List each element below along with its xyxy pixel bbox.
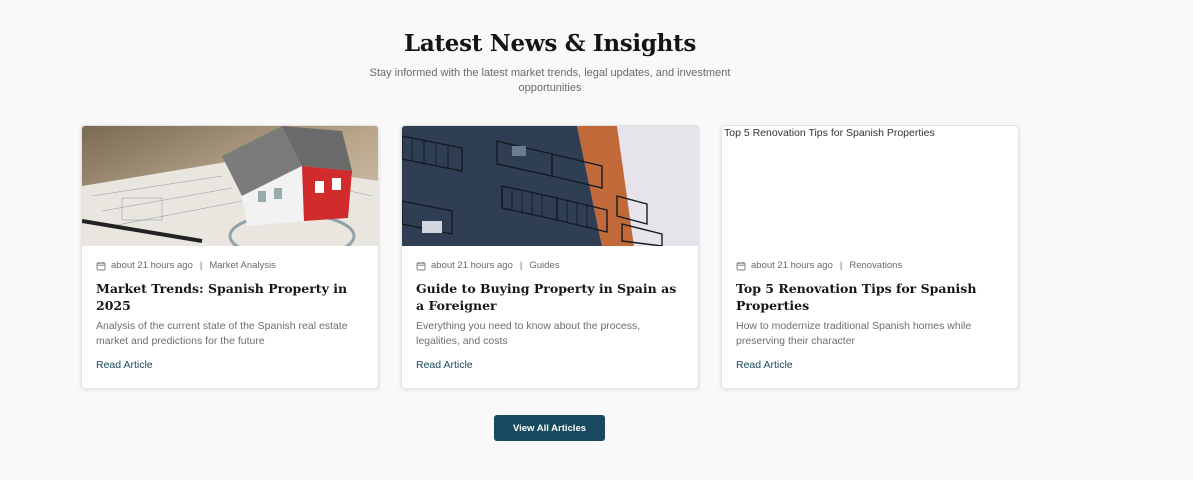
meta-separator: | (839, 260, 843, 271)
article-meta: about 21 hours ago | Guides (416, 260, 684, 271)
article-category: Renovations (849, 260, 903, 271)
article-description: How to modernize traditional Spanish hom… (736, 320, 972, 347)
house-model-image (82, 126, 378, 246)
article-card[interactable]: about 21 hours ago | Market Analysis Mar… (81, 125, 379, 389)
calendar-icon (736, 261, 746, 271)
article-card[interactable]: Top 5 Renovation Tips for Spanish Proper… (721, 125, 1019, 389)
article-image[interactable] (82, 126, 378, 246)
read-article-link[interactable]: Read Article (736, 359, 793, 371)
article-category: Guides (529, 260, 560, 271)
article-description: Everything you need to know about the pr… (416, 320, 641, 347)
article-card[interactable]: about 21 hours ago | Guides Guide to Buy… (401, 125, 699, 389)
article-meta: about 21 hours ago | Renovations (736, 260, 1004, 271)
article-title[interactable]: Top 5 Renovation Tips for Spanish Proper… (736, 280, 1004, 314)
section-title: Latest News & Insights (403, 30, 697, 57)
article-title[interactable]: Guide to Buying Property in Spain as a F… (416, 280, 684, 314)
article-category: Market Analysis (209, 260, 276, 271)
calendar-icon (96, 261, 106, 271)
article-time: about 21 hours ago (751, 260, 833, 271)
view-all-articles-button[interactable]: View All Articles (494, 415, 605, 441)
meta-separator: | (199, 260, 203, 271)
image-alt-text: Top 5 Renovation Tips for Spanish Proper… (724, 127, 935, 139)
meta-separator: | (519, 260, 523, 271)
section-header: Latest News & Insights Stay informed wit… (0, 30, 1100, 96)
article-image[interactable] (402, 126, 698, 246)
broken-image-alt: Top 5 Renovation Tips for Spanish Proper… (722, 126, 1018, 139)
article-time: about 21 hours ago (111, 260, 193, 271)
section-subtitle: Stay informed with the latest market tre… (369, 67, 731, 94)
article-title[interactable]: Market Trends: Spanish Property in 2025 (96, 280, 364, 314)
calendar-icon (416, 261, 426, 271)
article-meta: about 21 hours ago | Market Analysis (96, 260, 364, 271)
article-card-list: about 21 hours ago | Market Analysis Mar… (81, 125, 1019, 389)
article-description: Analysis of the current state of the Spa… (96, 320, 348, 347)
article-time: about 21 hours ago (431, 260, 513, 271)
apartment-building-image (402, 126, 698, 246)
article-image[interactable]: Top 5 Renovation Tips for Spanish Proper… (722, 126, 1018, 246)
read-article-link[interactable]: Read Article (96, 359, 153, 371)
read-article-link[interactable]: Read Article (416, 359, 473, 371)
